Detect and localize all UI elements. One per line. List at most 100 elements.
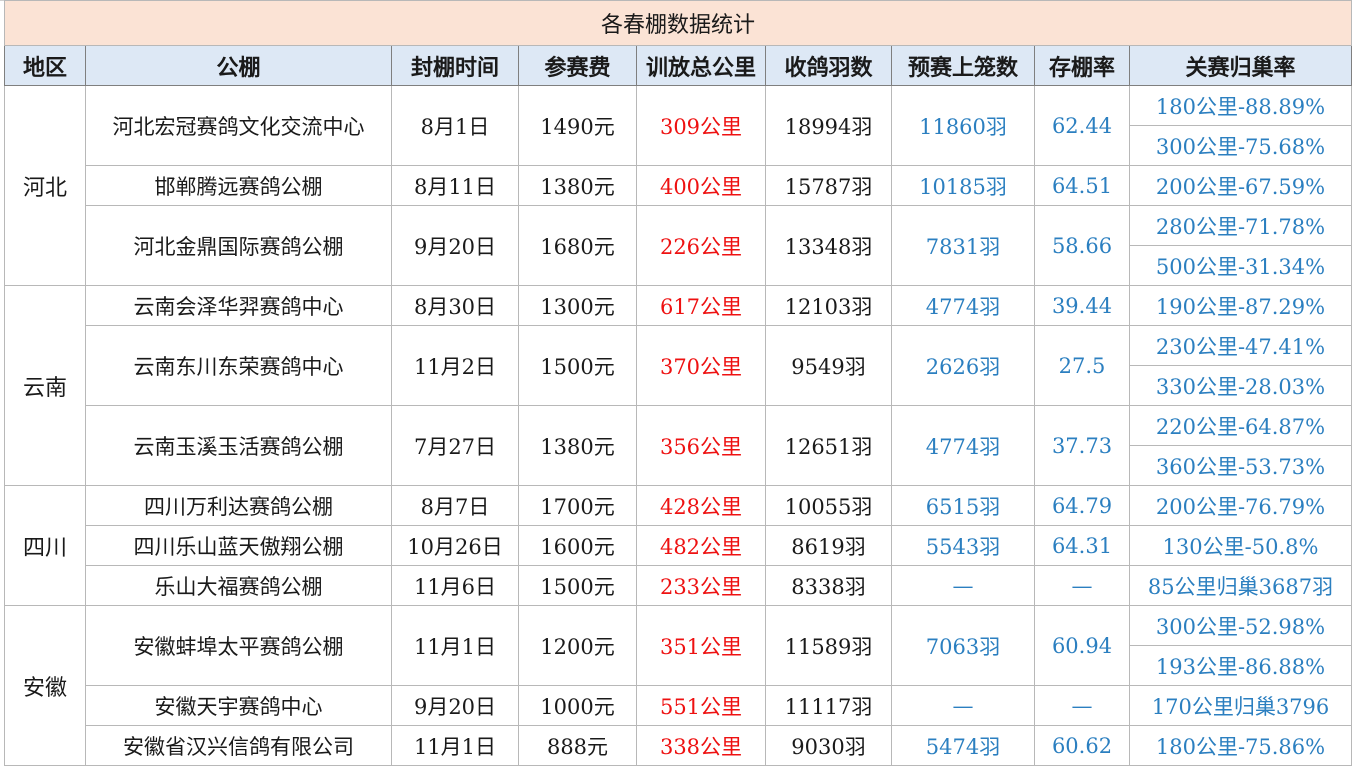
survival-rate-cell[interactable]: 60.62 [1034, 725, 1130, 766]
survival-rate-cell[interactable]: — [1034, 565, 1130, 606]
survival-rate-cell[interactable]: 64.51 [1034, 165, 1130, 206]
return-rate-cell[interactable]: 500公里-31.34% [1129, 245, 1352, 286]
return-rate-cell[interactable]: 220公里-64.87% [1129, 405, 1352, 446]
header-loft[interactable]: 公棚 [85, 45, 392, 86]
training-km-cell[interactable]: 351公里 [636, 605, 766, 686]
loft-name-cell[interactable]: 安徽天宇赛鸽中心 [85, 685, 392, 726]
seal-date-cell[interactable]: 8月1日 [391, 85, 519, 166]
prelim-basketed-cell[interactable]: — [891, 685, 1035, 726]
training-km-cell[interactable]: 400公里 [636, 165, 766, 206]
return-rate-cell[interactable]: 360公里-53.73% [1129, 445, 1352, 486]
birds-received-cell[interactable]: 11117羽 [765, 685, 892, 726]
header-return-rate[interactable]: 关赛归巢率 [1129, 45, 1352, 86]
seal-date-cell[interactable]: 11月1日 [391, 605, 519, 686]
seal-date-cell[interactable]: 9月20日 [391, 685, 519, 726]
prelim-basketed-cell[interactable]: 7063羽 [891, 605, 1035, 686]
birds-received-cell[interactable]: 9549羽 [765, 325, 892, 406]
seal-date-cell[interactable]: 9月20日 [391, 205, 519, 286]
return-rate-cell[interactable]: 300公里-52.98% [1129, 605, 1352, 646]
survival-rate-cell[interactable]: 58.66 [1034, 205, 1130, 286]
seal-date-cell[interactable]: 11月6日 [391, 565, 519, 606]
loft-name-cell[interactable]: 乐山大福赛鸽公棚 [85, 565, 392, 606]
birds-received-cell[interactable]: 15787羽 [765, 165, 892, 206]
prelim-basketed-cell[interactable]: 2626羽 [891, 325, 1035, 406]
header-entry-fee[interactable]: 参赛费 [518, 45, 637, 86]
prelim-basketed-cell[interactable]: — [891, 565, 1035, 606]
return-rate-cell[interactable]: 230公里-47.41% [1129, 325, 1352, 366]
return-rate-cell[interactable]: 190公里-87.29% [1129, 285, 1352, 326]
training-km-cell[interactable]: 356公里 [636, 405, 766, 486]
training-km-cell[interactable]: 309公里 [636, 85, 766, 166]
return-rate-cell[interactable]: 85公里归巢3687羽 [1129, 565, 1352, 606]
region-cell[interactable]: 四川 [4, 485, 86, 606]
survival-rate-cell[interactable]: 64.79 [1034, 485, 1130, 526]
seal-date-cell[interactable]: 10月26日 [391, 525, 519, 566]
prelim-basketed-cell[interactable]: 6515羽 [891, 485, 1035, 526]
training-km-cell[interactable]: 233公里 [636, 565, 766, 606]
region-cell[interactable]: 河北 [4, 85, 86, 286]
prelim-basketed-cell[interactable]: 7831羽 [891, 205, 1035, 286]
entry-fee-cell[interactable]: 1200元 [518, 605, 637, 686]
survival-rate-cell[interactable]: 62.44 [1034, 85, 1130, 166]
header-prelim-basketed[interactable]: 预赛上笼数 [891, 45, 1035, 86]
birds-received-cell[interactable]: 13348羽 [765, 205, 892, 286]
return-rate-cell[interactable]: 180公里-88.89% [1129, 85, 1352, 126]
return-rate-cell[interactable]: 130公里-50.8% [1129, 525, 1352, 566]
loft-name-cell[interactable]: 安徽省汉兴信鸽有限公司 [85, 725, 392, 766]
seal-date-cell[interactable]: 11月2日 [391, 325, 519, 406]
birds-received-cell[interactable]: 12651羽 [765, 405, 892, 486]
prelim-basketed-cell[interactable]: 4774羽 [891, 285, 1035, 326]
header-birds-received[interactable]: 收鸽羽数 [765, 45, 892, 86]
loft-name-cell[interactable]: 四川万利达赛鸽公棚 [85, 485, 392, 526]
return-rate-cell[interactable]: 180公里-75.86% [1129, 725, 1352, 766]
loft-name-cell[interactable]: 四川乐山蓝天傲翔公棚 [85, 525, 392, 566]
seal-date-cell[interactable]: 8月11日 [391, 165, 519, 206]
seal-date-cell[interactable]: 8月7日 [391, 485, 519, 526]
return-rate-cell[interactable]: 200公里-67.59% [1129, 165, 1352, 206]
training-km-cell[interactable]: 428公里 [636, 485, 766, 526]
header-region[interactable]: 地区 [4, 45, 86, 86]
prelim-basketed-cell[interactable]: 5474羽 [891, 725, 1035, 766]
return-rate-cell[interactable]: 330公里-28.03% [1129, 365, 1352, 406]
return-rate-cell[interactable]: 200公里-76.79% [1129, 485, 1352, 526]
loft-name-cell[interactable]: 安徽蚌埠太平赛鸽公棚 [85, 605, 392, 686]
region-cell[interactable]: 云南 [4, 285, 86, 486]
return-rate-cell[interactable]: 170公里归巢3796 [1129, 685, 1352, 726]
prelim-basketed-cell[interactable]: 11860羽 [891, 85, 1035, 166]
entry-fee-cell[interactable]: 1000元 [518, 685, 637, 726]
entry-fee-cell[interactable]: 1500元 [518, 325, 637, 406]
loft-name-cell[interactable]: 邯郸腾远赛鸽公棚 [85, 165, 392, 206]
birds-received-cell[interactable]: 10055羽 [765, 485, 892, 526]
survival-rate-cell[interactable]: 60.94 [1034, 605, 1130, 686]
seal-date-cell[interactable]: 11月1日 [391, 725, 519, 766]
training-km-cell[interactable]: 338公里 [636, 725, 766, 766]
prelim-basketed-cell[interactable]: 5543羽 [891, 525, 1035, 566]
birds-received-cell[interactable]: 18994羽 [765, 85, 892, 166]
header-seal-date[interactable]: 封棚时间 [391, 45, 519, 86]
training-km-cell[interactable]: 551公里 [636, 685, 766, 726]
birds-received-cell[interactable]: 11589羽 [765, 605, 892, 686]
entry-fee-cell[interactable]: 888元 [518, 725, 637, 766]
survival-rate-cell[interactable]: 64.31 [1034, 525, 1130, 566]
header-survival-rate[interactable]: 存棚率 [1034, 45, 1130, 86]
birds-received-cell[interactable]: 8619羽 [765, 525, 892, 566]
entry-fee-cell[interactable]: 1700元 [518, 485, 637, 526]
return-rate-cell[interactable]: 193公里-86.88% [1129, 645, 1352, 686]
survival-rate-cell[interactable]: — [1034, 685, 1130, 726]
entry-fee-cell[interactable]: 1680元 [518, 205, 637, 286]
loft-name-cell[interactable]: 河北宏冠赛鸽文化交流中心 [85, 85, 392, 166]
training-km-cell[interactable]: 617公里 [636, 285, 766, 326]
survival-rate-cell[interactable]: 37.73 [1034, 405, 1130, 486]
loft-name-cell[interactable]: 云南玉溪玉活赛鸽公棚 [85, 405, 392, 486]
header-training-km[interactable]: 训放总公里 [636, 45, 766, 86]
survival-rate-cell[interactable]: 39.44 [1034, 285, 1130, 326]
return-rate-cell[interactable]: 300公里-75.68% [1129, 125, 1352, 166]
training-km-cell[interactable]: 482公里 [636, 525, 766, 566]
entry-fee-cell[interactable]: 1500元 [518, 565, 637, 606]
loft-name-cell[interactable]: 云南东川东荣赛鸽中心 [85, 325, 392, 406]
loft-name-cell[interactable]: 河北金鼎国际赛鸽公棚 [85, 205, 392, 286]
birds-received-cell[interactable]: 8338羽 [765, 565, 892, 606]
table-title[interactable]: 各春棚数据统计 [4, 0, 1352, 46]
survival-rate-cell[interactable]: 27.5 [1034, 325, 1130, 406]
entry-fee-cell[interactable]: 1600元 [518, 525, 637, 566]
